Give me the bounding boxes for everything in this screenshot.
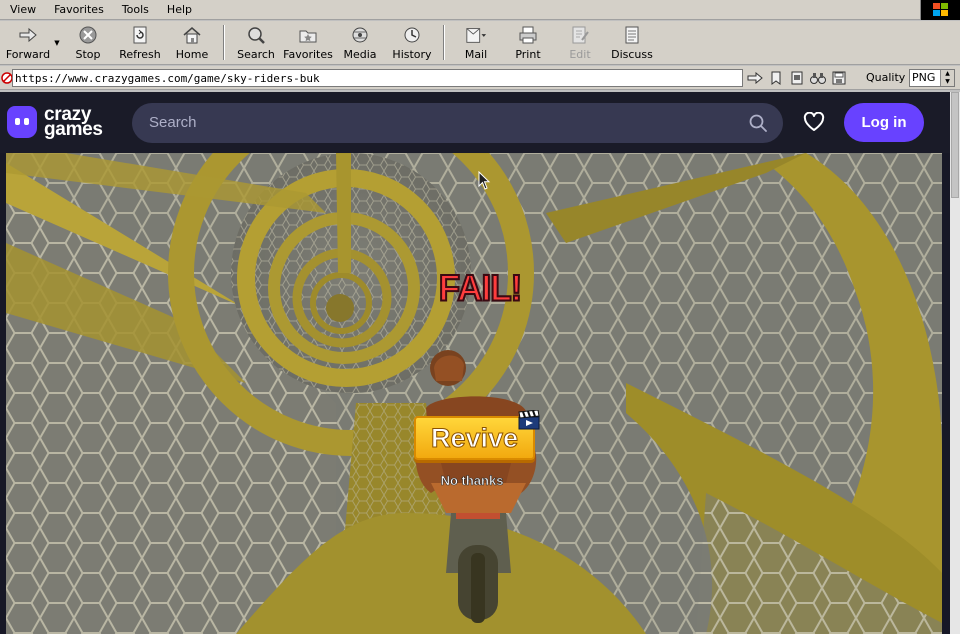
crazygames-logo[interactable]: crazy games [7, 105, 103, 140]
stop-icon [77, 24, 99, 46]
menu-tools[interactable]: Tools [112, 3, 157, 16]
search-label: Search [237, 48, 275, 61]
crazygames-mascot-icon [7, 106, 37, 138]
fail-status-text: FAIL! [438, 267, 523, 310]
stop-button[interactable]: Stop [62, 21, 114, 64]
toolbar-divider [223, 25, 225, 60]
page-scrollbar[interactable] [950, 92, 960, 634]
edit-document-icon [569, 24, 591, 46]
home-button[interactable]: Home [166, 21, 218, 64]
favorites-button[interactable]: Favorites [282, 21, 334, 64]
edit-label: Edit [569, 48, 591, 61]
media-label: Media [343, 48, 377, 61]
address-bar: https://www.crazygames.com/game/sky-ride… [0, 66, 960, 90]
video-clapperboard-icon [518, 410, 540, 430]
save-page-icon[interactable] [830, 69, 848, 87]
game-canvas[interactable]: FAIL! Revive No thanks [6, 153, 942, 634]
browser-toolbar: Forward ▼ Stop Refresh Home Search Favor… [0, 21, 960, 65]
quality-select[interactable]: PNG ▲ ▼ [909, 69, 955, 87]
toolbar-divider [443, 25, 445, 60]
history-button[interactable]: History [386, 21, 438, 64]
quality-spinner-icon[interactable]: ▲ ▼ [940, 70, 954, 86]
menu-view[interactable]: View [0, 3, 44, 16]
stop-label: Stop [75, 48, 101, 61]
forward-label: Forward [5, 48, 51, 61]
search-globe-icon [245, 24, 267, 46]
forward-button[interactable]: Forward [0, 21, 56, 64]
bookmark-icon[interactable] [767, 69, 785, 87]
revive-button[interactable]: Revive [414, 416, 535, 460]
discuss-label: Discuss [611, 48, 653, 61]
menu-favorites[interactable]: Favorites [44, 3, 112, 16]
history-icon [401, 24, 423, 46]
search-placeholder: Search [149, 114, 197, 131]
logo-wordmark: crazy games [44, 105, 103, 140]
edit-button[interactable]: Edit [554, 21, 606, 64]
forward-arrow-icon [17, 24, 39, 46]
history-label: History [392, 48, 432, 61]
favorites-folder-icon [297, 24, 319, 46]
print-label: Print [515, 48, 541, 61]
refresh-label: Refresh [119, 48, 161, 61]
binoculars-icon[interactable] [809, 69, 827, 87]
favorites-heart-icon[interactable] [803, 111, 825, 132]
print-button[interactable]: Print [502, 21, 554, 64]
refresh-icon [129, 24, 151, 46]
refresh-button[interactable]: Refresh [114, 21, 166, 64]
game-scene [6, 153, 942, 634]
revive-label: Revive [430, 422, 519, 453]
mail-button[interactable]: Mail [450, 21, 502, 64]
menu-help[interactable]: Help [157, 3, 200, 16]
game-frame: FAIL! Revive No thanks [0, 153, 950, 634]
search-button[interactable]: Search [230, 21, 282, 64]
media-icon [349, 24, 371, 46]
discuss-button[interactable]: Discuss [606, 21, 658, 64]
page-icon[interactable] [788, 69, 806, 87]
go-arrow-icon[interactable] [746, 69, 764, 87]
favorites-label: Favorites [283, 48, 333, 61]
mouse-cursor-icon [478, 171, 492, 191]
discuss-icon [621, 24, 643, 46]
windows-logo-icon [920, 0, 960, 20]
logo-line-2: games [44, 119, 103, 140]
quality-value: PNG [912, 71, 936, 84]
mail-icon [465, 24, 487, 46]
search-icon[interactable] [749, 114, 767, 132]
scrollbar-thumb[interactable] [951, 92, 959, 198]
home-label: Home [175, 48, 209, 61]
home-icon [181, 24, 203, 46]
login-button[interactable]: Log in [844, 103, 924, 142]
mail-label: Mail [464, 48, 488, 61]
no-thanks-link[interactable]: No thanks [432, 473, 512, 489]
forward-dropdown-icon[interactable]: ▼ [52, 21, 62, 64]
media-button[interactable]: Media [334, 21, 386, 64]
printer-icon [517, 24, 539, 46]
quality-label: Quality [866, 71, 906, 84]
site-header: crazy games Search Log in [0, 92, 950, 153]
menu-bar: View Favorites Tools Help [0, 0, 960, 20]
site-search-input[interactable]: Search [132, 103, 783, 143]
url-input[interactable]: https://www.crazygames.com/game/sky-ride… [12, 69, 743, 87]
